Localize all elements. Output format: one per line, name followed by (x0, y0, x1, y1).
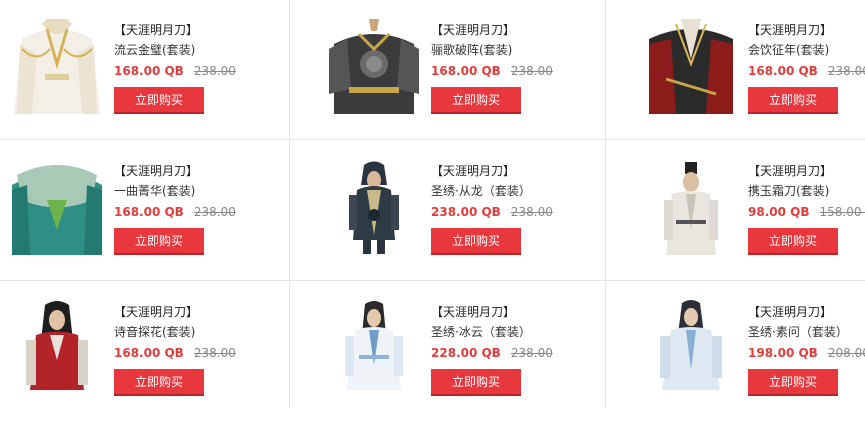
product-old-price: 208.00 (827, 346, 865, 360)
buy-now-button[interactable]: 立即购买 (114, 228, 204, 255)
product-image[interactable] (646, 160, 736, 255)
product-category: 【天涯明月刀】 (114, 23, 199, 37)
product-grid: 【天涯明月刀】 流云金璧(套装) 168.00 QB 238.00 立即购买 【天… (0, 0, 865, 408)
buy-now-button[interactable]: 立即购买 (431, 228, 521, 255)
product-price: 168.00 QB (114, 346, 184, 360)
product-old-price: 238.00 (510, 64, 553, 78)
product-category: 【天涯明月刀】 (748, 305, 833, 319)
product-name[interactable]: 携玉霜刀(套装) (748, 183, 865, 201)
product-card[interactable]: 【天涯明月刀】 流云金璧(套装) 168.00 QB 238.00 立即购买 (0, 0, 317, 140)
product-category: 【天涯明月刀】 (114, 164, 199, 178)
product-image[interactable] (12, 19, 102, 114)
product-category: 【天涯明月刀】 (431, 23, 516, 37)
product-image[interactable] (646, 19, 736, 114)
product-price: 168.00 QB (114, 64, 184, 78)
product-price: 238.00 QB (431, 205, 501, 219)
product-name[interactable]: 一曲菁华(套装) (114, 183, 314, 201)
product-old-price: 238.00 (510, 205, 553, 219)
product-name[interactable]: 圣绣·冰云（套装） (431, 324, 631, 342)
product-price: 168.00 QB (748, 64, 818, 78)
product-card[interactable]: 【天涯明月刀】 一曲菁华(套装) 168.00 QB 238.00 立即购买 (0, 141, 317, 281)
product-category: 【天涯明月刀】 (748, 164, 833, 178)
product-name[interactable]: 流云金璧(套装) (114, 42, 314, 60)
product-price: 228.00 QB (431, 346, 501, 360)
product-card[interactable]: 【天涯明月刀】 圣绣·冰云（套装） 228.00 QB 238.00 立即购买 (317, 282, 634, 422)
product-card[interactable]: 【天涯明月刀】 骊歌破阵(套装) 168.00 QB 238.00 立即购买 (317, 0, 634, 140)
product-image[interactable] (329, 300, 419, 390)
product-category: 【天涯明月刀】 (431, 305, 516, 319)
product-name[interactable]: 会饮征年(套装) (748, 42, 865, 60)
product-category: 【天涯明月刀】 (748, 23, 833, 37)
buy-now-button[interactable]: 立即购买 (114, 369, 204, 396)
product-name[interactable]: 诗音探花(套装) (114, 324, 314, 342)
buy-now-button[interactable]: 立即购买 (431, 87, 521, 114)
product-image[interactable] (329, 160, 419, 255)
buy-now-button[interactable]: 立即购买 (431, 369, 521, 396)
product-image[interactable] (12, 160, 102, 255)
product-card[interactable]: 【天涯明月刀】 诗音探花(套装) 168.00 QB 238.00 立即购买 (0, 282, 317, 422)
product-price: 168.00 QB (114, 205, 184, 219)
product-image[interactable] (329, 19, 419, 114)
product-category: 【天涯明月刀】 (431, 164, 516, 178)
product-old-price: 238.00 (827, 64, 865, 78)
product-price: 168.00 QB (431, 64, 501, 78)
product-name[interactable]: 圣绣·素问（套装） (748, 324, 865, 342)
buy-now-button[interactable]: 立即购买 (748, 87, 838, 114)
product-price: 98.00 QB (748, 205, 810, 219)
product-name[interactable]: 骊歌破阵(套装) (431, 42, 631, 60)
product-price: 198.00 QB (748, 346, 818, 360)
product-card[interactable]: 【天涯明月刀】 圣绣·素问（套装） 198.00 QB 208.00 立即购买 (634, 282, 865, 422)
buy-now-button[interactable]: 立即购买 (114, 87, 204, 114)
product-old-price: 238.00 (193, 346, 236, 360)
product-old-price: 158.00 Q (819, 205, 865, 219)
product-card[interactable]: 【天涯明月刀】 携玉霜刀(套装) 98.00 QB 158.00 Q 立即购买 (634, 141, 865, 281)
product-name[interactable]: 圣绣·从龙（套装） (431, 183, 631, 201)
product-image[interactable] (12, 300, 102, 390)
product-old-price: 238.00 (193, 205, 236, 219)
product-card[interactable]: 【天涯明月刀】 圣绣·从龙（套装） 238.00 QB 238.00 立即购买 (317, 141, 634, 281)
buy-now-button[interactable]: 立即购买 (748, 228, 838, 255)
product-image[interactable] (646, 300, 736, 390)
product-category: 【天涯明月刀】 (114, 305, 199, 319)
product-card[interactable]: 【天涯明月刀】 会饮征年(套装) 168.00 QB 238.00 立即购买 (634, 0, 865, 140)
product-old-price: 238.00 (510, 346, 553, 360)
product-old-price: 238.00 (193, 64, 236, 78)
buy-now-button[interactable]: 立即购买 (748, 369, 838, 396)
